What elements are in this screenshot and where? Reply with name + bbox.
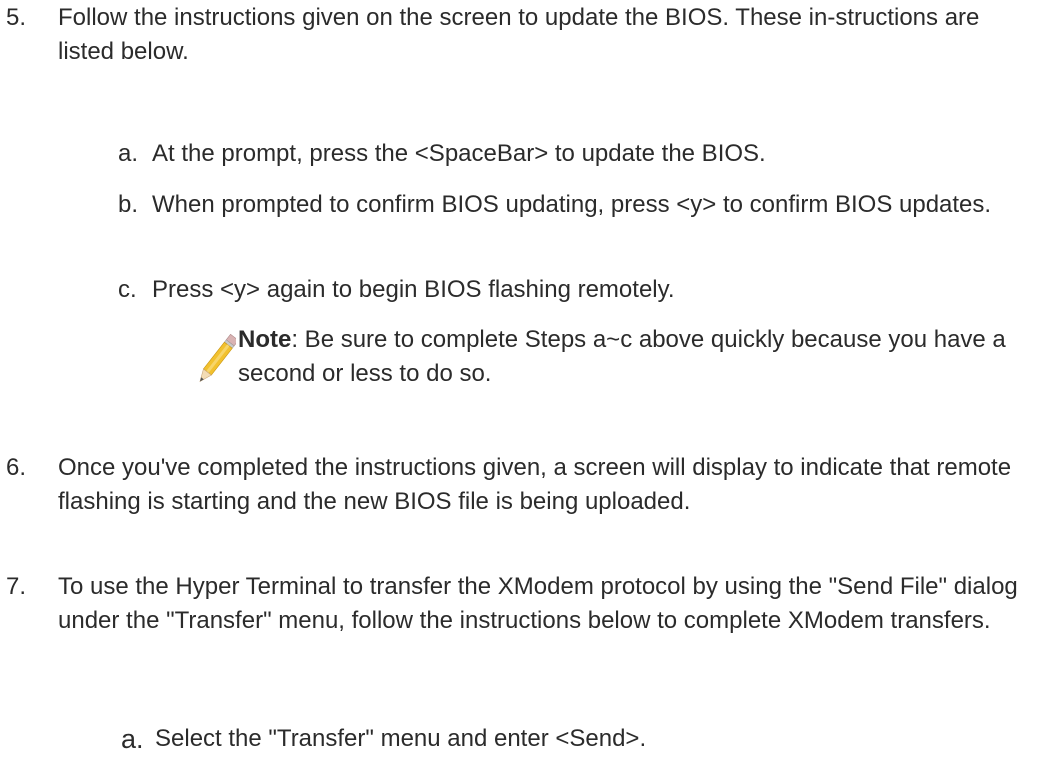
note-body: Note: Be sure to complete Steps a~c abov… xyxy=(238,323,1018,391)
step-text: To use the Hyper Terminal to transfer th… xyxy=(58,573,1018,634)
substep-letter: c. xyxy=(118,276,137,303)
substep-letter: a. xyxy=(121,724,144,754)
step-number: 5. xyxy=(6,4,27,31)
step-number: 7. xyxy=(6,573,27,600)
pencil-icon xyxy=(199,333,236,383)
substep-letter: b. xyxy=(118,191,139,218)
note-callout: Note: Be sure to complete Steps a~c abov… xyxy=(196,323,1036,403)
step-text: Once you've completed the instructions g… xyxy=(58,454,1012,515)
step-text: Follow the instructions given on the scr… xyxy=(58,4,980,65)
substep-text: At the prompt, press the <SpaceBar> to u… xyxy=(152,140,766,167)
substep-text: When prompted to confirm BIOS updating, … xyxy=(152,191,992,218)
note-text: : Be sure to complete Steps a~c above qu… xyxy=(238,326,1006,387)
substep-text: Select the "Transfer" menu and enter <Se… xyxy=(155,725,647,752)
note-label: Note xyxy=(238,326,292,353)
step-number: 6. xyxy=(6,454,27,481)
substep-letter: a. xyxy=(118,140,139,167)
document-page: 5. Follow the instructions given on the … xyxy=(0,0,1064,766)
substep-text: Press <y> again to begin BIOS flashing r… xyxy=(152,276,675,303)
